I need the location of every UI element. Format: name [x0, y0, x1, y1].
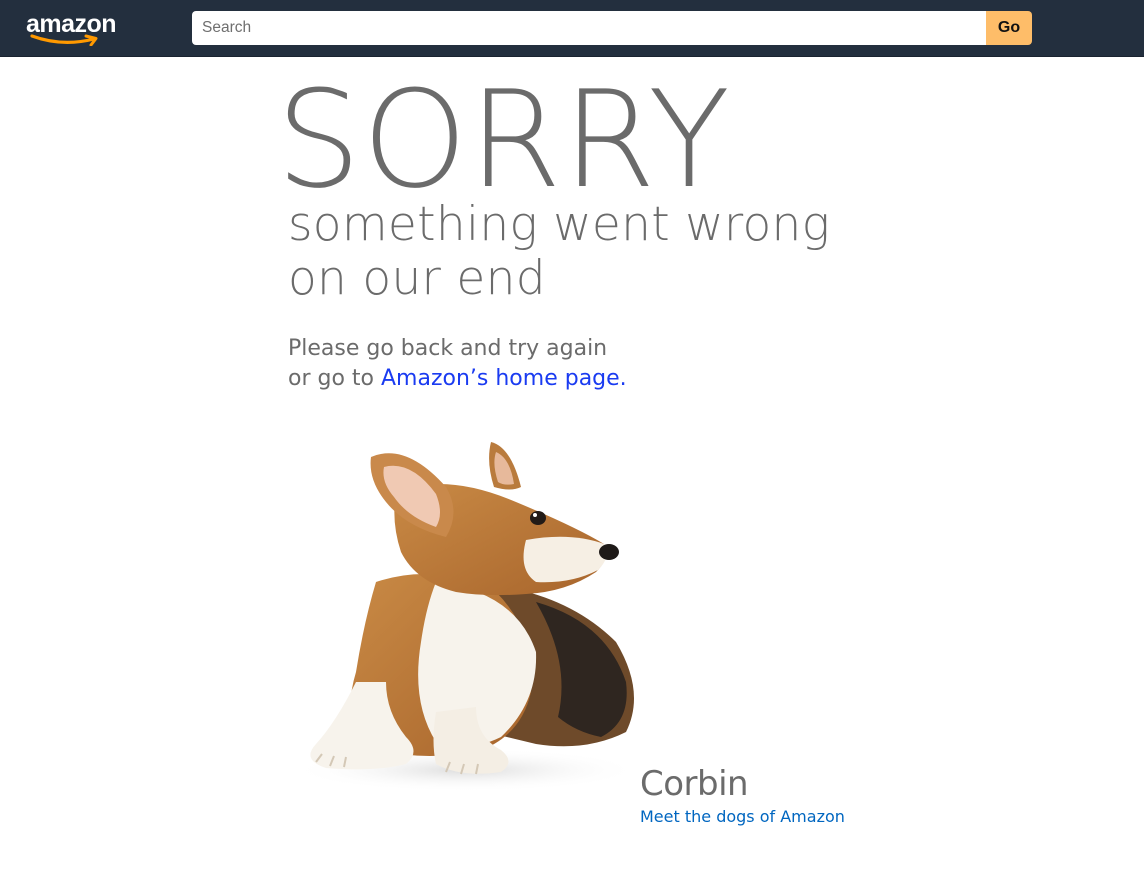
error-message-prefix: or go to: [288, 366, 381, 391]
error-message-line-2: or go to Amazon’s home page.: [288, 364, 848, 394]
amazon-logo[interactable]: amazon: [26, 8, 128, 48]
search-input[interactable]: [192, 11, 986, 45]
error-subheadline-line-2: on our end: [288, 251, 546, 306]
dog-name: Corbin: [640, 764, 749, 804]
error-message-line-1: Please go back and try again: [288, 336, 608, 361]
top-nav-bar: amazon Go: [0, 0, 1144, 57]
logo-smile-icon: [30, 34, 98, 46]
corgi-dog-image: [291, 442, 641, 792]
home-page-link[interactable]: Amazon’s home page.: [381, 366, 627, 391]
error-subheadline: something went wrong on our end: [288, 198, 888, 306]
go-button[interactable]: Go: [986, 11, 1032, 45]
error-headline: SORRY: [276, 62, 732, 218]
meet-dogs-link[interactable]: Meet the dogs of Amazon: [640, 807, 845, 827]
error-subheadline-line-1: something went wrong: [288, 197, 831, 252]
error-message: Please go back and try again or go to Am…: [288, 334, 848, 394]
